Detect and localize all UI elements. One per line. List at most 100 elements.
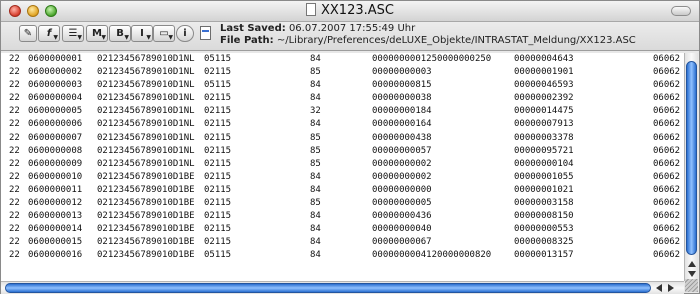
field-4: 05115	[204, 54, 232, 64]
text-line: 22 0600000015 02123456789010D1BE 02115 84 000…	[1, 236, 684, 249]
field-1: 22	[9, 132, 20, 143]
text-line: 22 0600000003 02123456789010D1NL 05115 84 000…	[1, 79, 684, 92]
window-menu-button[interactable]: ▭ ▼	[153, 25, 175, 42]
field-6: 00000000164	[372, 119, 432, 130]
horizontal-scrollbar[interactable]	[1, 281, 684, 294]
field-4: 02115	[204, 184, 232, 195]
text-line: 22 0600000016 02123456789010D1BE 05115 84 000…	[1, 249, 684, 262]
field-3: 02123456789010D1NL	[97, 93, 195, 104]
scroll-left-arrow-icon[interactable]	[656, 284, 662, 292]
text-line: 22 0600000012 02123456789010D1BE 02115 85 000…	[1, 197, 684, 210]
pencil-icon-button[interactable]: ✎	[19, 25, 37, 42]
field-1: 22	[9, 54, 20, 64]
field-4: 02115	[204, 211, 232, 222]
field-8: 06062	[653, 211, 681, 222]
field-8: 06062	[653, 158, 681, 169]
bookmark-menu-button[interactable]: B ▼	[109, 25, 131, 42]
text-line: 22 0600000014 02123456789010D1BE 02115 84 000…	[1, 223, 684, 236]
field-5: 84	[310, 237, 321, 248]
field-4: 02115	[204, 119, 232, 130]
field-2: 0600000011	[28, 184, 83, 195]
field-7: 00000007913	[514, 119, 574, 130]
field-8: 06062	[653, 93, 681, 104]
mark-menu-button[interactable]: M ▼	[86, 25, 108, 42]
field-7: 00000001901	[514, 67, 574, 78]
field-2: 0600000008	[28, 145, 83, 156]
field-4: 05115	[204, 80, 232, 91]
field-3: 02123456789010D1NL	[97, 54, 195, 64]
field-3: 02123456789010D1BE	[97, 250, 195, 261]
list-menu-button[interactable]: ☰ ▼	[62, 25, 84, 42]
horizontal-scroll-thumb[interactable]	[5, 283, 651, 293]
function-icon: f	[46, 28, 52, 39]
field-8: 06062	[653, 184, 681, 195]
field-1: 22	[9, 184, 20, 195]
field-3: 02123456789010D1NL	[97, 80, 195, 91]
chevron-down-icon: ▼	[168, 34, 173, 41]
text-tool-button[interactable]: I ▼	[131, 25, 153, 42]
function-menu-button[interactable]: f ▼	[38, 25, 60, 42]
field-4: 02115	[204, 158, 232, 169]
window-icon: ▭	[159, 28, 169, 39]
vertical-scroll-thumb[interactable]	[686, 61, 697, 255]
scroll-down-arrow-icon[interactable]	[688, 271, 696, 277]
info-button[interactable]: i	[176, 25, 194, 42]
field-7: 00000000104	[514, 158, 574, 169]
field-3: 02123456789010D1NL	[97, 119, 195, 130]
vertical-scrollbar[interactable]	[684, 53, 698, 281]
text-cursor-icon: I	[140, 28, 144, 39]
field-4: 05115	[204, 250, 232, 261]
field-7: 00000046593	[514, 80, 574, 91]
scroll-up-arrow-icon[interactable]	[688, 261, 696, 267]
field-7: 00000003378	[514, 132, 574, 143]
toolbar-toggle-button[interactable]	[671, 6, 691, 16]
text-line: 22 0600000005 02123456789010D1NL 02115 32 000…	[1, 105, 684, 118]
field-3: 02123456789010D1NL	[97, 67, 195, 78]
field-6: 00000000438	[372, 132, 432, 143]
text-line: 22 0600000004 02123456789010D1NL 02115 84 000…	[1, 92, 684, 105]
field-6: 00000000038	[372, 93, 432, 104]
field-1: 22	[9, 224, 20, 235]
text-editor-area[interactable]: 22 0600000001 02123456789010D1NL 05115 84 000…	[1, 53, 684, 281]
field-8: 06062	[653, 67, 681, 78]
chevron-down-icon: ▼	[77, 34, 82, 41]
field-2: 0600000015	[28, 237, 83, 248]
field-1: 22	[9, 67, 20, 78]
field-7: 00000008150	[514, 211, 574, 222]
field-2: 0600000003	[28, 80, 83, 91]
field-4: 02115	[204, 106, 232, 117]
field-2: 0600000012	[28, 198, 83, 209]
field-4: 02115	[204, 67, 232, 78]
field-4: 02115	[204, 93, 232, 104]
field-6: 0000000004120000000820	[372, 250, 492, 261]
field-6: 00000000002	[372, 158, 432, 169]
list-icon: ☰	[68, 28, 78, 39]
field-1: 22	[9, 145, 20, 156]
text-line: 22 0600000007 02123456789010D1NL 02115 85 000…	[1, 132, 684, 145]
document-icon	[306, 3, 316, 16]
field-6: 0000000001250000000250	[372, 54, 492, 64]
chevron-down-icon: ▼	[101, 34, 106, 41]
field-5: 84	[310, 250, 321, 261]
field-5: 85	[310, 198, 321, 209]
field-5: 85	[310, 132, 321, 143]
bookmark-icon: B	[116, 28, 124, 39]
field-6: 00000000436	[372, 211, 432, 222]
field-7: 00000013157	[514, 250, 574, 261]
editor-window: XX123.ASC ✎ f ▼ ☰ ▼ M ▼ B ▼ I ▼ ▭ ▼ i Last Sa	[0, 0, 700, 294]
field-6: 00000000184	[372, 106, 432, 117]
field-4: 02115	[204, 224, 232, 235]
pencil-icon: ✎	[23, 28, 33, 39]
field-3: 02123456789010D1NL	[97, 106, 195, 117]
field-6: 00000000002	[372, 171, 432, 182]
scroll-right-arrow-icon[interactable]	[668, 284, 674, 292]
field-4: 02115	[204, 171, 232, 182]
field-2: 0600000010	[28, 171, 83, 182]
title-bar[interactable]: XX123.ASC	[1, 1, 699, 22]
field-6: 00000000815	[372, 80, 432, 91]
field-1: 22	[9, 158, 20, 169]
field-7: 00000014475	[514, 106, 574, 117]
field-7: 00000003158	[514, 198, 574, 209]
resize-grip[interactable]	[685, 279, 698, 292]
chevron-down-icon: ▼	[53, 34, 58, 41]
